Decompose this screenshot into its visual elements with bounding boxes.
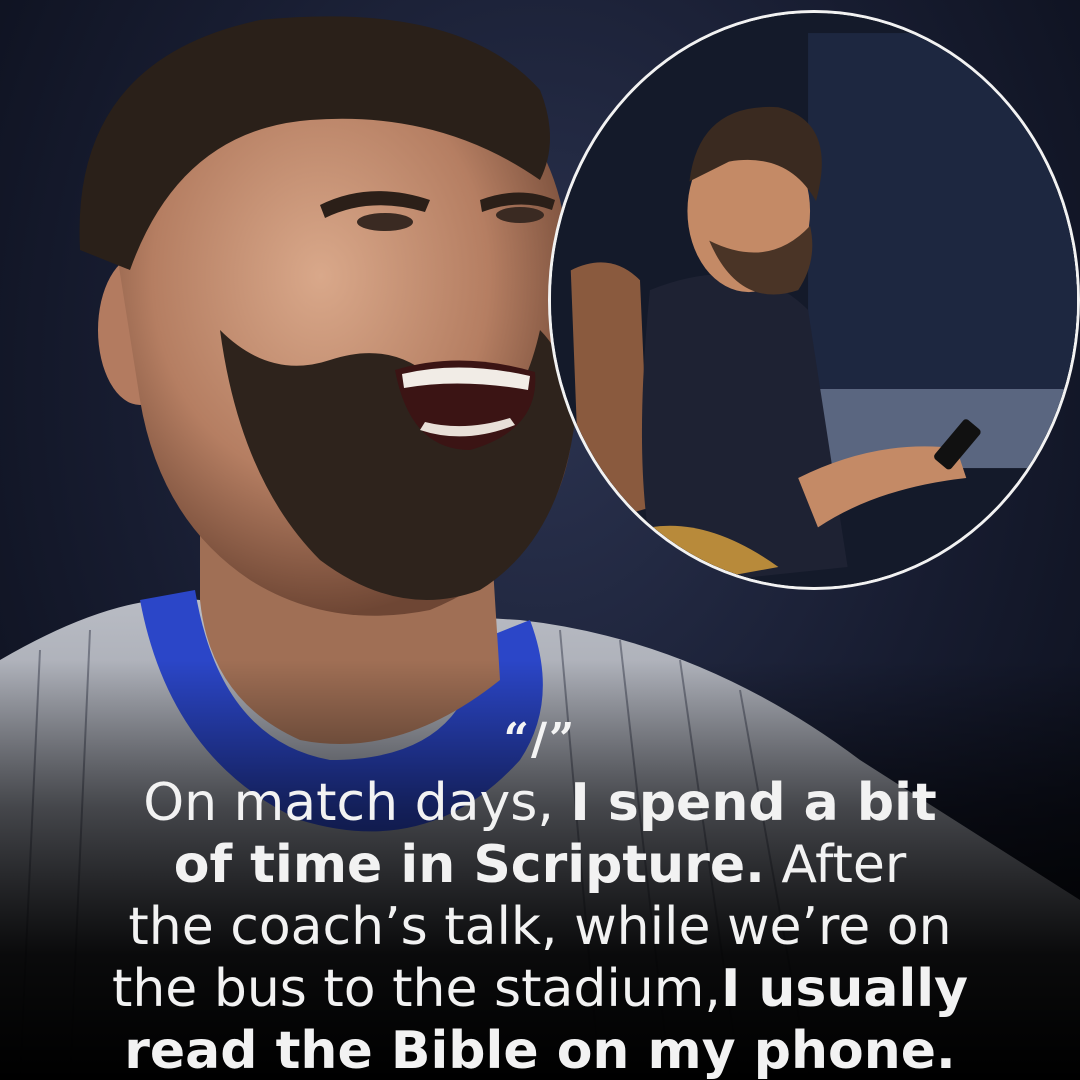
quote-line-3: the coach’s talk, while we’re on: [128, 897, 952, 957]
inset-bus-scene: [551, 13, 1077, 587]
quote-line-5: read the Bible on my phone.: [124, 1021, 956, 1080]
post-image: “/” On match days, I spend a bit of time…: [0, 0, 1080, 1080]
quote-text: On match days, I spend a bit of time in …: [40, 772, 1040, 1080]
quote-icon: “/”: [503, 714, 577, 765]
inset-photo: [548, 10, 1080, 590]
quote-line-4: the bus to the stadium,I usually: [111, 959, 969, 1019]
quote-line-1: On match days, I spend a bit: [143, 773, 937, 833]
quote-line-2: of time in Scripture. After: [173, 835, 907, 895]
